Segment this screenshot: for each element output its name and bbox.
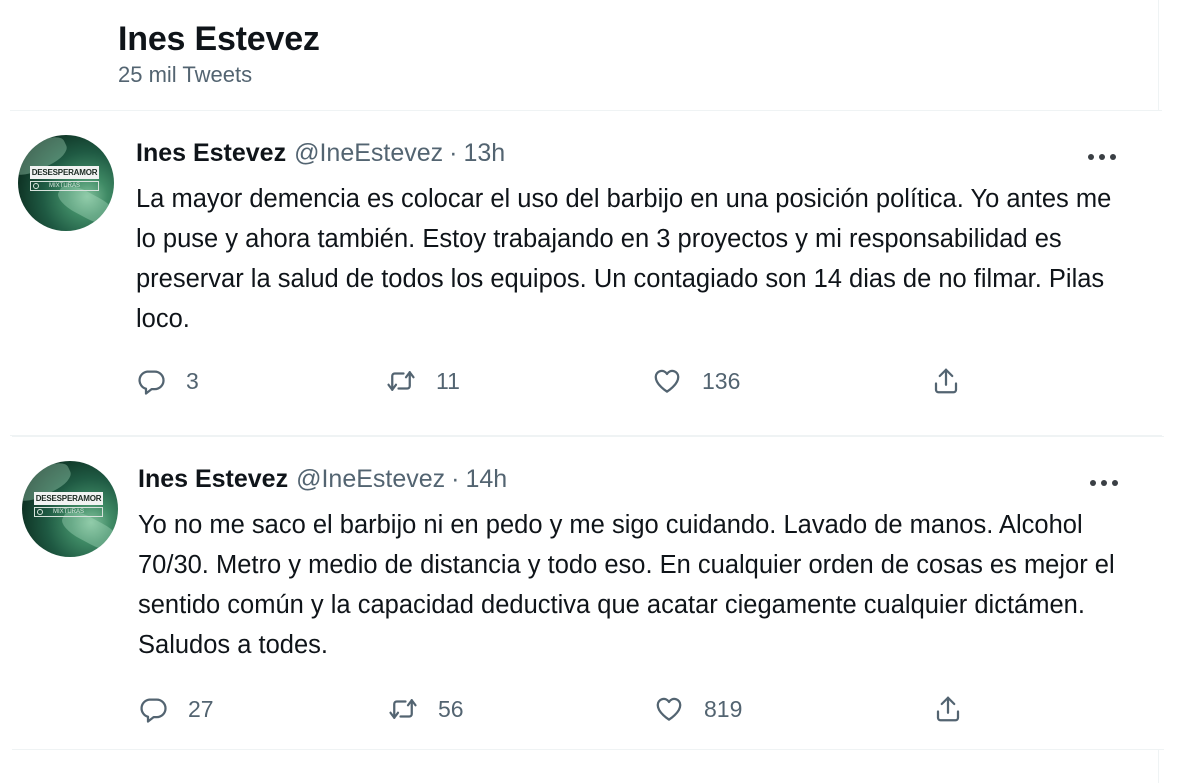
more-dot (1110, 154, 1116, 160)
tweet-time[interactable]: 13h (463, 139, 505, 168)
retweet-icon (387, 371, 415, 391)
more-dot (1112, 480, 1118, 486)
like-button[interactable]: 136 (652, 363, 740, 399)
avatar-sublabel: MIXTURAS (34, 507, 103, 517)
share-icon (934, 368, 958, 394)
reply-count: 3 (186, 367, 199, 394)
retweet-count: 56 (438, 695, 464, 722)
retweet-button[interactable]: 11 (386, 363, 460, 399)
more-icon[interactable] (1084, 147, 1120, 167)
share-button[interactable] (931, 363, 961, 399)
like-button[interactable]: 819 (654, 691, 742, 727)
more-icon[interactable] (1086, 473, 1122, 493)
circle-icon (37, 509, 43, 515)
reply-count: 27 (188, 695, 214, 722)
avatar[interactable]: DESESPERAMOR MIXTURAS (22, 461, 118, 557)
retweet-button[interactable]: 56 (388, 691, 464, 727)
retweet-count: 11 (436, 367, 460, 394)
twitter-profile-page: Ines Estevez 25 mil Tweets DESESPERAMOR … (0, 0, 1200, 783)
more-dot (1090, 480, 1096, 486)
avatar-label: DESESPERAMOR (30, 166, 99, 179)
more-dot (1099, 154, 1105, 160)
like-count: 819 (704, 695, 743, 722)
like-count: 136 (702, 367, 741, 394)
retweet-icon (389, 699, 417, 719)
more-dot (1101, 480, 1107, 486)
meta-separator: · (449, 139, 458, 167)
reply-button[interactable]: 27 (138, 691, 214, 727)
circle-icon (33, 183, 39, 189)
avatar-sublabel: MIXTURAS (30, 181, 99, 191)
author-name[interactable]: Ines Estevez (136, 139, 286, 168)
author-handle[interactable]: @IneEstevez (296, 465, 445, 494)
heart-icon (654, 369, 680, 393)
share-button[interactable] (933, 691, 963, 727)
avatar[interactable]: DESESPERAMOR MIXTURAS (18, 135, 114, 231)
tweet-meta: Ines Estevez @IneEstevez · 14h (138, 465, 507, 499)
heart-icon (656, 697, 682, 721)
meta-separator: · (451, 465, 460, 493)
tweet-actions: 3 11 136 (136, 363, 996, 399)
share-icon (936, 696, 960, 722)
tweet-meta: Ines Estevez @IneEstevez · 13h (136, 139, 505, 173)
tweet-text: La mayor demencia es colocar el uso del … (136, 185, 1112, 333)
more-dot (1088, 154, 1094, 160)
tweet-text: Yo no me saco el barbijo ni en pedo y me… (138, 511, 1115, 659)
tweet-time[interactable]: 14h (465, 465, 507, 494)
author-name[interactable]: Ines Estevez (138, 465, 288, 494)
reply-icon (140, 698, 167, 723)
profile-header: Ines Estevez 25 mil Tweets (118, 14, 1118, 82)
tweet[interactable]: DESESPERAMOR MIXTURAS Ines Estevez @IneE… (12, 436, 1164, 750)
avatar-sublabel-text: MIXTURAS (48, 183, 80, 189)
reply-button[interactable]: 3 (136, 363, 199, 399)
reply-icon (138, 370, 165, 395)
profile-name: Ines Estevez (118, 20, 320, 58)
author-handle[interactable]: @IneEstevez (294, 139, 443, 168)
tweet-actions: 27 56 819 (138, 691, 998, 727)
avatar-label: DESESPERAMOR (34, 492, 103, 505)
avatar-sublabel-text: MIXTURAS (52, 509, 84, 515)
tweet[interactable]: DESESPERAMOR MIXTURAS Ines Estevez @IneE… (10, 110, 1162, 436)
